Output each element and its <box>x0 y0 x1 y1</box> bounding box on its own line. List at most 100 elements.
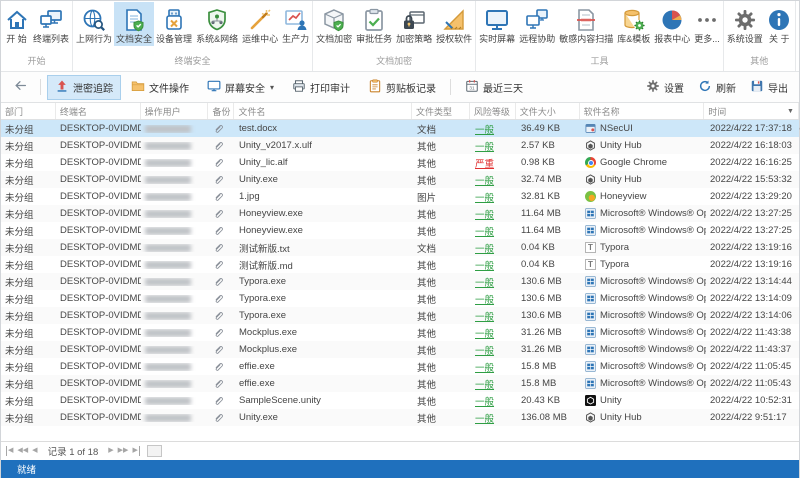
first-page-icon[interactable]: ◀ <box>6 446 13 456</box>
table-row[interactable]: 未分组 DESKTOP-0VIDMDJ test.docx 文档 一般 36.49 KB N… <box>1 120 800 137</box>
ribbon-button-productivity[interactable]: 生产力 <box>280 2 311 46</box>
table-row[interactable]: 未分组 DESKTOP-0VIDMDJ Unity.exe 其他 一般 136.08 MB… <box>1 409 799 426</box>
ribbon-button-licensed-software[interactable]: 授权软件 <box>434 2 474 46</box>
toolbar-button-print-audit[interactable]: 打印审计 <box>284 75 358 100</box>
column-header-1[interactable]: 部门 <box>1 103 56 119</box>
cell-filetype: 其他 <box>417 396 437 408</box>
attachment-icon[interactable] <box>213 208 224 219</box>
redacted-user <box>145 226 191 235</box>
filter-arrow-icon[interactable]: ▼ <box>787 108 794 115</box>
ribbon-button-sensitive-scan[interactable]: 敏感内容扫描 <box>557 2 615 46</box>
column-header-2[interactable]: 终端名 <box>56 103 141 119</box>
ribbon-button-terminal-list[interactable]: 终端列表 <box>31 2 71 46</box>
attachment-icon[interactable] <box>213 395 224 406</box>
attachment-icon[interactable] <box>213 378 224 389</box>
column-header-10[interactable]: 时间 ▼ <box>704 103 799 119</box>
cell-filesize: 130.6 MB <box>521 310 562 321</box>
ribbon-button-web-behavior[interactable]: 上网行为 <box>74 2 114 46</box>
table-row[interactable]: 未分组 DESKTOP-0VIDMDJ Mockplus.exe 其他 一般 31.26 … <box>1 324 799 341</box>
table-row[interactable]: 未分组 DESKTOP-0VIDMDJ 1.jpg 图片 一般 32.81 KB Honey… <box>1 188 799 205</box>
toolbar-button-leak-trace[interactable]: 泄密追踪 <box>47 74 121 100</box>
ribbon-button-remote-assist[interactable]: 远程协助 <box>517 2 557 46</box>
prev-fast-icon[interactable]: ◀◀ <box>17 446 28 456</box>
table-row[interactable]: 未分组 DESKTOP-0VIDMDJ effie.exe 其他 一般 15.8 MB Mi… <box>1 358 799 375</box>
attachment-icon[interactable] <box>213 412 224 423</box>
table-row[interactable]: 未分组 DESKTOP-0VIDMDJ Typora.exe 其他 一般 130.6 MB… <box>1 290 799 307</box>
toolbar-button-clipboard-record[interactable]: 剪贴板记录 <box>360 75 444 100</box>
cell-backup <box>209 412 235 423</box>
date-range-button[interactable]: 31 最近三天 <box>457 75 531 100</box>
cell-operator <box>141 328 209 337</box>
toolbar-button-export[interactable]: 导出 <box>745 75 793 100</box>
ribbon-button-label: 上网行为 <box>76 34 113 44</box>
pager-extra-button[interactable] <box>146 445 162 457</box>
table-row[interactable]: 未分组 DESKTOP-0VIDMDJ Honeyview.exe 其他 一般 11.64… <box>1 205 799 222</box>
attachment-icon[interactable] <box>213 191 224 202</box>
column-header-4[interactable]: 备份 <box>208 103 235 119</box>
ribbon-button-label: 关 于 <box>769 34 790 44</box>
ribbon-button-device-mgmt[interactable]: 设备管理 <box>154 2 194 46</box>
clipboard-record-icon <box>368 79 382 96</box>
ribbon-button-library-template[interactable]: 库&模板 <box>615 2 652 46</box>
attachment-icon[interactable] <box>213 361 224 372</box>
column-header-3[interactable]: 操作用户 <box>141 103 209 119</box>
table-row[interactable]: 未分组 DESKTOP-0VIDMDJ Typora.exe 其他 一般 130.6 MB… <box>1 273 799 290</box>
table-row[interactable]: 未分组 DESKTOP-0VIDMDJ Unity_lic.alf 其他 严重 0.98 … <box>1 154 799 171</box>
cell-filesize: 36.49 KB <box>521 123 561 134</box>
ribbon-button-ops-center[interactable]: 运维中心 <box>240 2 280 46</box>
ribbon-button-about[interactable]: 关 于 <box>765 2 794 46</box>
ribbon-button-doc-security[interactable]: 文档安全 <box>114 2 155 46</box>
table-row[interactable]: 未分组 DESKTOP-0VIDMDJ Unity.exe 其他 一般 32.74 MB U… <box>1 171 799 188</box>
ribbon-button-encrypt-policy[interactable]: 加密策略 <box>394 2 434 46</box>
next-fast-icon[interactable]: ▶▶ <box>118 446 129 456</box>
attachment-icon[interactable] <box>213 123 224 134</box>
toolbar-button-file-operations[interactable]: 文件操作 <box>123 75 197 100</box>
toolbar-button-screen-security[interactable]: 屏幕安全 ▾ <box>199 75 282 100</box>
ribbon-button-system-settings[interactable]: 系统设置 <box>725 2 765 46</box>
table-row[interactable]: 未分组 DESKTOP-0VIDMDJ effie.exe 其他 一般 15.8 MB Mi… <box>1 375 799 392</box>
back-button[interactable] <box>7 77 34 97</box>
table-row[interactable]: 未分组 DESKTOP-0VIDMDJ 测试新版.md 其他 一般 0.04 KB T Typ… <box>1 256 799 273</box>
attachment-icon[interactable] <box>213 259 224 270</box>
table-row[interactable]: 未分组 DESKTOP-0VIDMDJ 测试新版.txt 文档 一般 0.04 KB T Ty… <box>1 239 799 256</box>
column-header-8[interactable]: 文件大小 <box>516 103 580 119</box>
attachment-icon[interactable] <box>213 174 224 185</box>
column-header-6[interactable]: 文件类型 <box>412 103 470 119</box>
prev-page-icon[interactable]: ◀ <box>32 446 37 456</box>
ribbon-button-home[interactable]: 开 始 <box>2 2 31 46</box>
column-header-5[interactable]: 文件名 <box>234 103 412 119</box>
table-row[interactable]: 未分组 DESKTOP-0VIDMDJ Unity_v2017.x.ulf 其他 一般 2… <box>1 137 799 154</box>
ribbon-button-report-center[interactable]: 报表中心 <box>652 2 692 46</box>
cell-department: 未分组 <box>5 413 34 425</box>
attachment-icon[interactable] <box>213 293 224 304</box>
table-row[interactable]: 未分组 DESKTOP-0VIDMDJ Mockplus.exe 其他 一般 31.26 … <box>1 341 799 358</box>
cell-terminal: DESKTOP-0VIDMDJ <box>60 395 141 406</box>
table-row[interactable]: 未分组 DESKTOP-0VIDMDJ Honeyview.exe 其他 一般 11.64… <box>1 222 799 239</box>
attachment-icon[interactable] <box>213 157 224 168</box>
ribbon-button-doc-encrypt[interactable]: 文档加密 <box>314 2 354 46</box>
redacted-user <box>145 311 191 320</box>
cell-risk: 严重 <box>471 156 517 170</box>
attachment-icon[interactable] <box>213 276 224 287</box>
column-header-9[interactable]: 软件名称 <box>580 103 705 119</box>
ribbon-button-system-network[interactable]: 系统&网络 <box>194 2 240 46</box>
unity-icon <box>585 395 596 406</box>
attachment-icon[interactable] <box>213 310 224 321</box>
attachment-icon[interactable] <box>213 242 224 253</box>
table-row[interactable]: 未分组 DESKTOP-0VIDMDJ SampleScene.unity 其他 一般 2… <box>1 392 799 409</box>
attachment-icon[interactable] <box>213 140 224 151</box>
ribbon-button-approval-task[interactable]: 审批任务 <box>354 2 394 46</box>
last-page-icon[interactable]: ▶ <box>132 446 140 456</box>
attachment-icon[interactable] <box>213 225 224 236</box>
table-row[interactable]: 未分组 DESKTOP-0VIDMDJ Typora.exe 其他 一般 130.6 MB… <box>1 307 799 324</box>
attachment-icon[interactable] <box>213 344 224 355</box>
column-header-7[interactable]: 风险等级 <box>470 103 516 119</box>
toolbar-button-refresh[interactable]: 刷新 <box>693 75 741 100</box>
attachment-icon[interactable] <box>213 327 224 338</box>
cell-terminal: DESKTOP-0VIDMDJ <box>60 327 141 338</box>
toolbar-button-settings-small[interactable]: 设置 <box>641 75 689 100</box>
next-page-icon[interactable]: ▶ <box>108 446 113 456</box>
ribbon-button-realtime-screen[interactable]: 实时屏幕 <box>477 2 517 46</box>
back-arrow-icon <box>13 79 28 95</box>
ribbon-button-more[interactable]: 更多... <box>692 2 722 46</box>
